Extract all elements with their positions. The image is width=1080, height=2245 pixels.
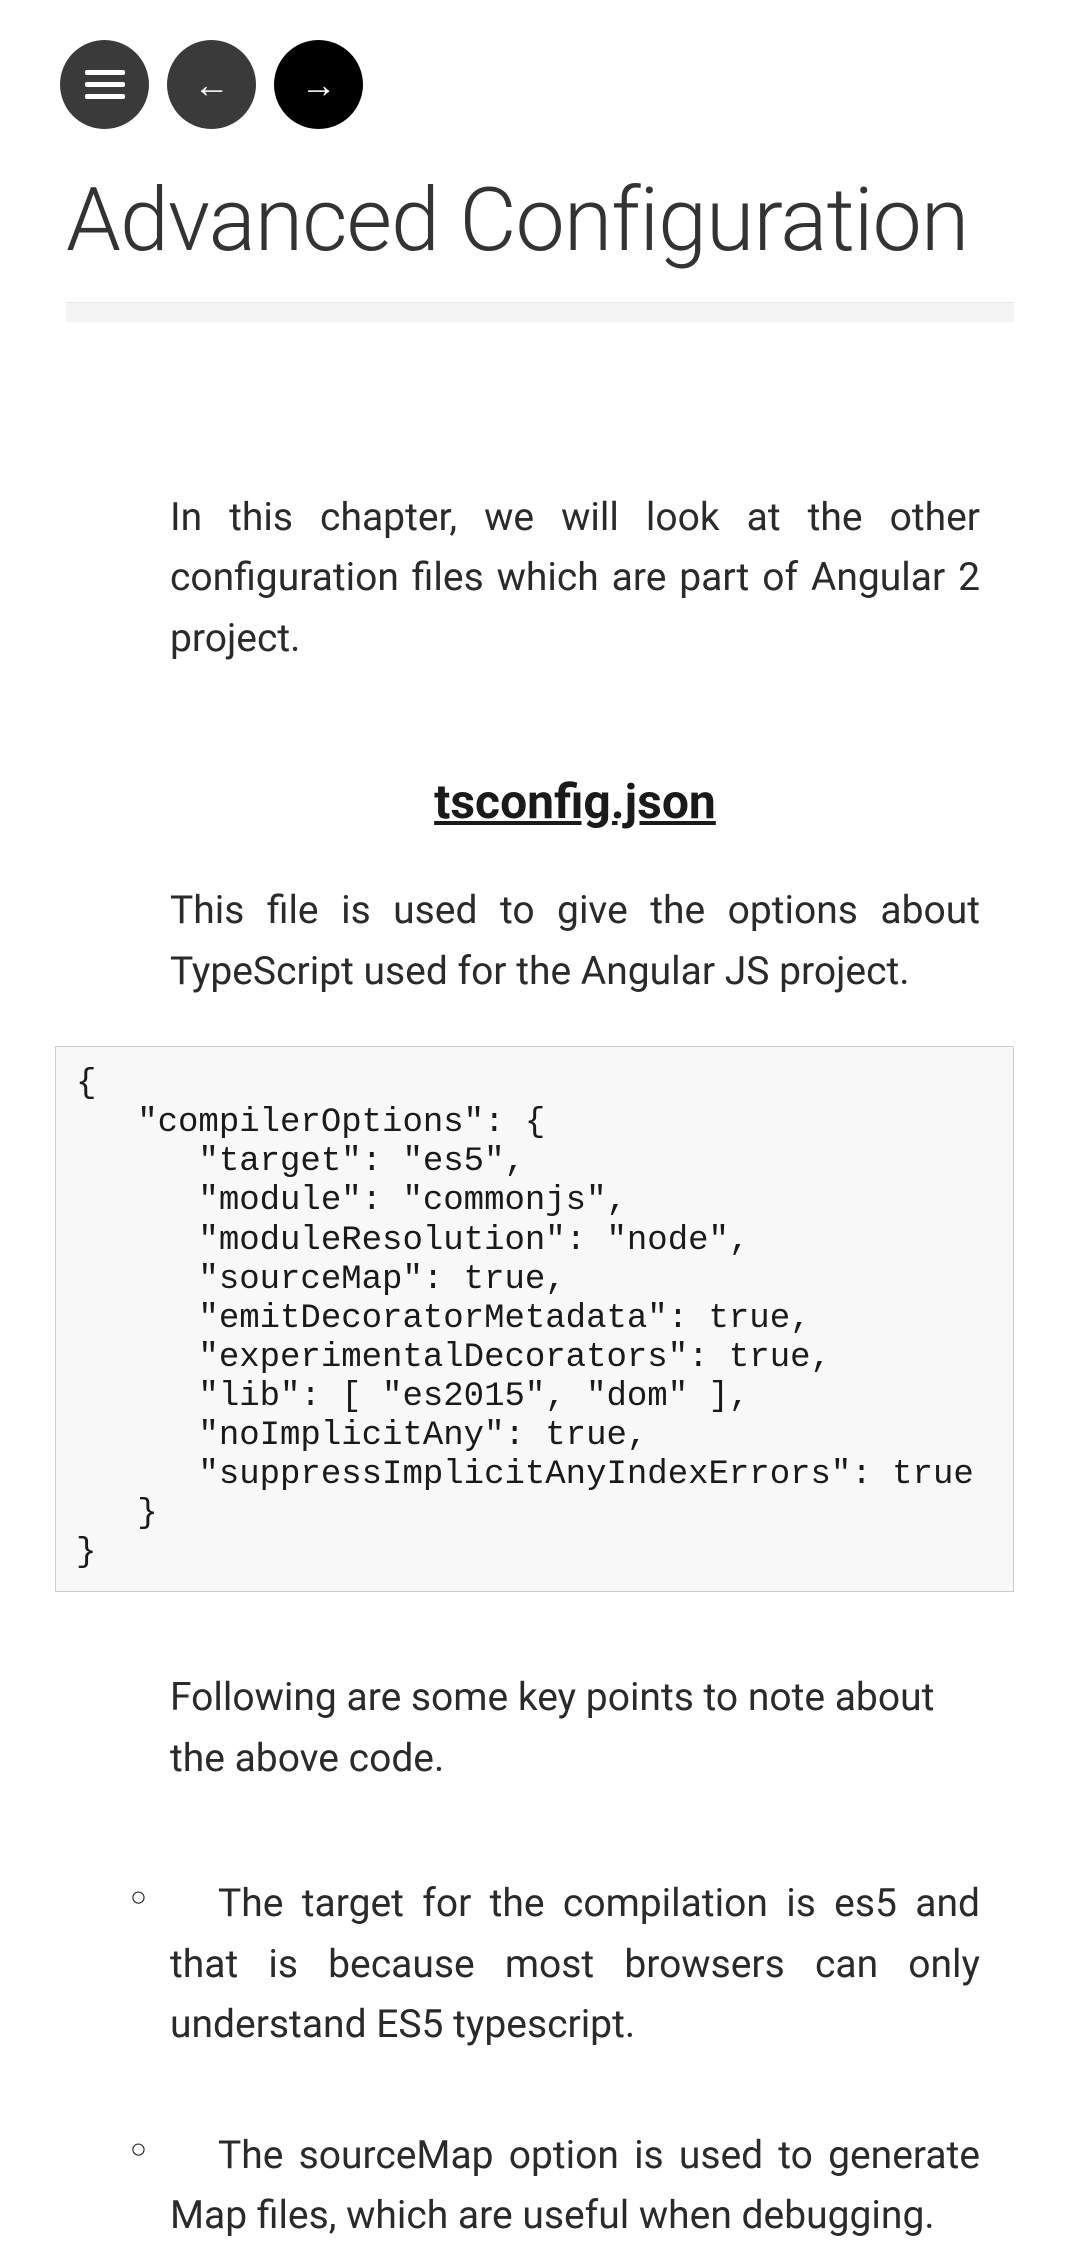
list-item-text: The target for the compilation is es5 an… — [170, 1880, 980, 2047]
title-divider — [66, 302, 1014, 322]
section-description: This file is used to give the options ab… — [170, 880, 980, 1001]
post-code-paragraph: Following are some key points to note ab… — [170, 1667, 980, 1788]
nav-button-bar: ← → — [0, 0, 1080, 129]
list-item-text: The sourceMap option is used to generate… — [170, 2132, 980, 2238]
forward-button[interactable]: → — [274, 40, 363, 129]
key-points-list: The target for the compilation is es5 an… — [170, 1873, 980, 2245]
code-block-tsconfig: { "compilerOptions": { "target": "es5", … — [55, 1046, 1014, 1592]
intro-paragraph: In this chapter, we will look at the oth… — [170, 487, 980, 668]
arrow-right-icon: → — [301, 64, 337, 106]
back-button[interactable]: ← — [167, 40, 256, 129]
list-item: The sourceMap option is used to generate… — [170, 2125, 980, 2245]
arrow-left-icon: ← — [194, 64, 230, 106]
page-title: Advanced Configuration — [66, 169, 1080, 272]
section-heading-tsconfig: tsconfig.json — [170, 773, 980, 830]
menu-button[interactable] — [60, 40, 149, 129]
list-item: The target for the compilation is es5 an… — [170, 1873, 980, 2054]
hamburger-icon — [85, 70, 125, 99]
main-content: In this chapter, we will look at the oth… — [0, 322, 1080, 2245]
